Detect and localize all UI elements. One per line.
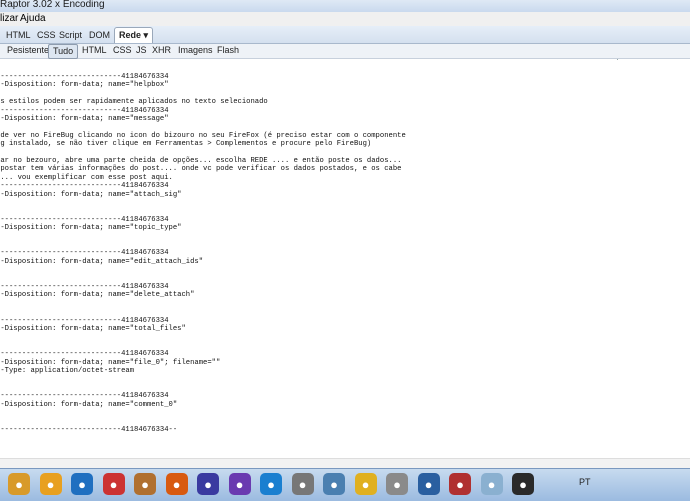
- paint-icon[interactable]: ●: [480, 473, 503, 495]
- window-title: Raptor 3.02 x Encoding: [0, 0, 105, 10]
- chrome-icon[interactable]: ●: [102, 473, 125, 495]
- ie-icon[interactable]: ●: [71, 473, 93, 495]
- tab-css[interactable]: CSS: [37, 28, 56, 42]
- post-body-line: t-Disposition: form-data; name="comment_…: [0, 400, 178, 409]
- quicktime-icon[interactable]: ●: [260, 473, 282, 495]
- java-icon[interactable]: ●: [134, 473, 156, 495]
- explorer-icon[interactable]: ●: [8, 473, 30, 495]
- filter-css[interactable]: CSS: [113, 44, 132, 57]
- eclipse-icon[interactable]: ●: [197, 473, 219, 495]
- tab-html[interactable]: HTML: [6, 28, 31, 42]
- post-body-line: t-Disposition: form-data; name="total_fi…: [0, 325, 186, 333]
- post-body-line: os estilos podem ser rapidamente aplicad…: [0, 98, 268, 107]
- post-body-panel: -----------------------------41184676334…: [0, 60, 690, 458]
- taskbar: PT ● ● ● ● ● ● ● ● ● ● ● ● ● ● ● ● ●: [0, 468, 690, 501]
- post-body-line: -----------------------------41184676334: [0, 316, 169, 325]
- filter-tudo[interactable]: Tudo: [48, 44, 79, 59]
- chevron-down-icon[interactable]: ▾: [144, 30, 149, 40]
- post-body-line: -----------------------------41184676334: [0, 350, 169, 359]
- post-body-line: -----------------------------41184676334: [0, 106, 169, 115]
- filter-imagens[interactable]: Imagens: [178, 44, 213, 57]
- filter-js[interactable]: JS: [136, 44, 147, 57]
- tray-language[interactable]: PT: [579, 477, 591, 487]
- notes-icon[interactable]: ●: [354, 473, 377, 495]
- tab-rede-label: Rede: [119, 30, 142, 40]
- post-body-line: postar tem várias informações do post...…: [0, 165, 402, 174]
- filter-html[interactable]: HTML: [82, 44, 107, 57]
- post-body-line: t-Type: application/octet-stream: [0, 367, 135, 375]
- post-body-line: t-Disposition: form-data; name="helpbox": [0, 81, 169, 90]
- post-body-line: -----------------------------41184676334: [0, 283, 169, 291]
- post-body-line: -----------------------------41184676334: [0, 215, 169, 224]
- tab-dom[interactable]: DOM: [89, 28, 110, 42]
- post-body-line: t-Disposition: form-data; name="delete_a…: [0, 291, 195, 300]
- post-body-line: t-Disposition: form-data; name="attach_s…: [0, 190, 182, 199]
- post-body-line: -----------------------------41184676334…: [0, 425, 178, 434]
- menu-item-ajuda[interactable]: Ajuda: [20, 13, 46, 24]
- tools-icon[interactable]: ●: [386, 473, 408, 495]
- menu-item-ferramentas[interactable]: lizar: [0, 13, 18, 24]
- post-body-line: t-Disposition: form-data; name="edit_att…: [0, 257, 204, 266]
- post-body-line: t-Disposition: form-data; name="message": [0, 115, 169, 123]
- tab-script[interactable]: Script: [59, 28, 82, 42]
- firebug-toolbar: HTML CSS Script DOM Rede ▾: [0, 26, 690, 68]
- menu-bar: lizar Ajuda: [0, 12, 690, 26]
- settings-icon[interactable]: ●: [291, 473, 314, 495]
- post-body-line: -----------------------------41184676334: [0, 249, 169, 258]
- network-icon[interactable]: ●: [323, 473, 345, 495]
- post-body-line: -----------------------------41184676334: [0, 73, 169, 81]
- filter-persist[interactable]: Pesistente: [7, 44, 49, 57]
- post-body-line: -----------------------------41184676334: [0, 182, 169, 191]
- archive-icon[interactable]: ●: [449, 473, 471, 495]
- console-icon[interactable]: ●: [512, 473, 534, 495]
- firefox-icon[interactable]: ●: [165, 473, 188, 495]
- filter-xhr[interactable]: XHR: [152, 44, 171, 57]
- post-body-line: ode ver no FireBug clicando no icon do b…: [0, 131, 406, 140]
- vs-icon[interactable]: ●: [228, 473, 251, 495]
- post-body-line: .... vou exemplificar com esse post aqui…: [0, 173, 173, 182]
- post-body-line: car no bezouro, abre uma parte cheida de…: [0, 157, 402, 165]
- net-filter-bar: Pesistente Tudo HTML CSS JS XHR Imagens …: [0, 44, 690, 59]
- post-body-line: -----------------------------41184676334: [0, 392, 169, 401]
- filter-flash[interactable]: Flash: [217, 44, 239, 57]
- post-body-line: t-Disposition: form-data; name="topic_ty…: [0, 224, 182, 233]
- post-body-line: ug instalado, se não tiver clique em Fer…: [0, 140, 372, 149]
- post-body-line: t-Disposition: form-data; name="file_0";…: [0, 358, 221, 367]
- tab-rede[interactable]: Rede ▾: [114, 27, 154, 43]
- media-player-icon[interactable]: ●: [39, 473, 62, 495]
- virtualbox-icon[interactable]: ●: [417, 473, 440, 495]
- title-bar: Raptor 3.02 x Encoding: [0, 0, 690, 12]
